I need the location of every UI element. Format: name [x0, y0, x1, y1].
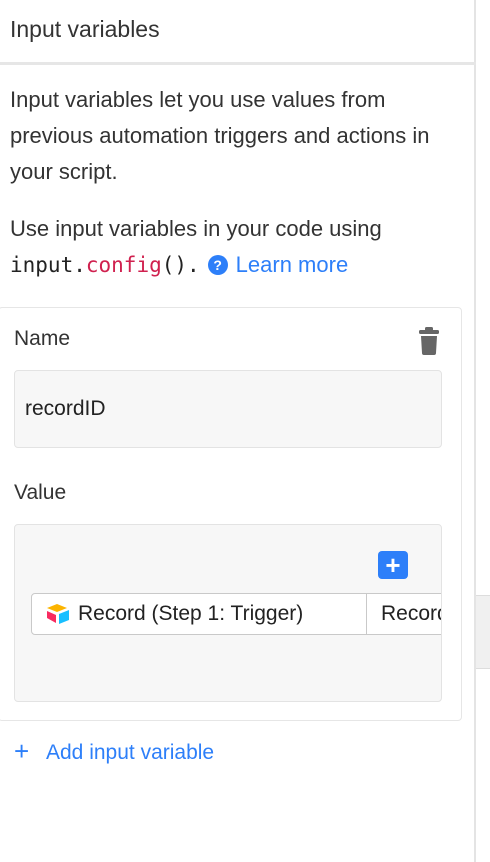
learn-more-link[interactable]: Learn more — [236, 252, 349, 277]
record-field-token-label: Record — [381, 602, 442, 625]
record-token[interactable]: Record (Step 1: Trigger) — [31, 593, 367, 635]
code-suffix: (). — [161, 253, 200, 277]
code-dot: . — [73, 253, 86, 277]
trash-icon[interactable] — [418, 327, 440, 355]
value-label: Value — [14, 481, 67, 504]
gutter-strip — [476, 595, 490, 669]
title-divider — [0, 62, 490, 65]
airtable-logo-icon — [47, 604, 69, 624]
help-icon[interactable]: ? — [207, 255, 228, 275]
variable-value-field[interactable]: + Record (Step 1: Trigger) Record — [14, 524, 442, 702]
add-input-variable-button[interactable]: + Add input variable — [14, 736, 214, 767]
panel-description: Input variables let you use values from … — [10, 87, 430, 184]
usage-text: Use input variables in your code using i… — [10, 211, 470, 283]
usage-prefix: Use input variables in your code using — [10, 216, 382, 241]
value-token-row: Record (Step 1: Trigger) Record — [31, 593, 442, 635]
name-label: Name — [14, 327, 71, 350]
code-function: config — [85, 253, 162, 277]
right-gutter — [476, 0, 490, 862]
variable-name-input[interactable] — [14, 370, 442, 448]
record-token-label: Record (Step 1: Trigger) — [78, 602, 304, 625]
record-field-token[interactable]: Record — [366, 593, 442, 635]
panel-title: Input variables — [10, 16, 160, 42]
add-input-variable-label: Add input variable — [46, 741, 215, 764]
code-object: input — [10, 253, 74, 277]
input-variables-panel: Input variables Input variables let you … — [0, 0, 490, 862]
add-plus-icon: + — [14, 736, 30, 766]
insert-value-plus-icon[interactable]: + — [378, 551, 408, 579]
